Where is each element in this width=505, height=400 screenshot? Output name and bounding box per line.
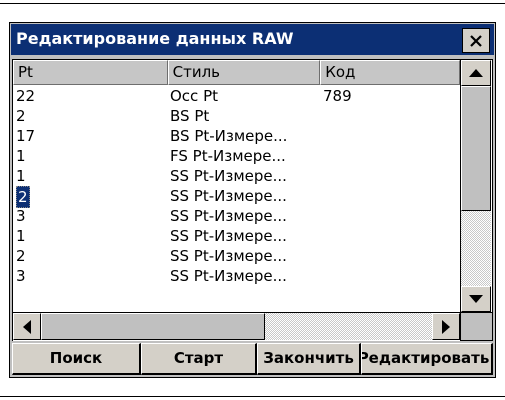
cell-pt: 1 (16, 147, 26, 165)
vertical-scrollbar[interactable] (460, 60, 492, 312)
search-button[interactable]: Поиск (12, 343, 141, 375)
column-header-style[interactable]: Стиль (167, 60, 321, 85)
list-row[interactable]: 3 SS Pt-Измере... (13, 266, 460, 286)
scroll-up-button[interactable] (461, 60, 491, 86)
cell-style: BS Pt-Измере... (170, 127, 288, 145)
cell-pt: 3 (16, 267, 26, 285)
list-row[interactable]: 17 BS Pt-Измере... (13, 126, 460, 146)
vertical-scroll-thumb[interactable] (461, 86, 491, 211)
edit-button[interactable]: Редактировать (361, 343, 493, 375)
cell-code: 789 (323, 87, 352, 105)
cell-pt: 1 (16, 227, 26, 245)
cell-style: SS Pt-Измере... (170, 227, 287, 245)
scroll-down-button[interactable] (461, 286, 491, 312)
list-rows: 22 Occ Pt 789 2 BS Pt 17 BS Pt-Измере... 1 FS… (13, 86, 460, 312)
list-row[interactable]: 1 SS Pt-Измере... (13, 166, 460, 186)
list-row[interactable]: 1 FS Pt-Измере... (13, 146, 460, 166)
cell-style: SS Pt-Измере... (170, 247, 287, 265)
arrow-right-icon (442, 319, 450, 334)
raw-edit-dialog: Редактирование данных RAW Pt Стиль Код 2… (9, 22, 496, 378)
arrow-down-icon (469, 295, 483, 303)
list-row[interactable]: 1 SS Pt-Измере... (13, 226, 460, 246)
list-header: Pt Стиль Код (13, 60, 460, 85)
close-button[interactable] (462, 28, 490, 53)
cell-pt: 22 (16, 87, 36, 105)
start-button[interactable]: Старт (141, 343, 257, 375)
top-rule (0, 3, 505, 4)
raw-data-list[interactable]: Pt Стиль Код 22 Occ Pt 789 2 BS Pt 17 BS Pt-… (12, 59, 493, 341)
list-row-selected[interactable]: 2 SS Pt-Измере... (13, 186, 460, 208)
list-row[interactable]: 22 Occ Pt 789 (13, 86, 460, 106)
arrow-up-icon (469, 69, 483, 77)
horizontal-scrollbar[interactable] (13, 312, 460, 341)
list-row[interactable]: 3 SS Pt-Измере... (13, 206, 460, 226)
button-bar: Поиск Старт Закончить Редактировать (12, 343, 493, 375)
cell-pt: 2 (16, 107, 26, 125)
cell-style: FS Pt-Измере... (170, 147, 286, 165)
column-header-pt[interactable]: Pt (13, 60, 168, 85)
cell-style: Occ Pt (170, 87, 218, 105)
column-header-code[interactable]: Код (320, 60, 460, 85)
list-row[interactable]: 2 BS Pt (13, 106, 460, 126)
cell-style: SS Pt-Измере... (170, 187, 287, 205)
title-bar: Редактирование данных RAW (11, 24, 494, 55)
horizontal-scroll-thumb[interactable] (41, 313, 265, 340)
cell-style: SS Pt-Измере... (170, 267, 287, 285)
cell-style: SS Pt-Измере... (170, 207, 287, 225)
list-row[interactable]: 2 SS Pt-Измере... (13, 246, 460, 266)
bottom-rule (0, 396, 505, 397)
window-title: Редактирование данных RAW (16, 29, 294, 48)
cell-pt: 3 (16, 207, 26, 225)
cell-pt: 17 (16, 127, 36, 145)
finish-button[interactable]: Закончить (257, 343, 361, 375)
cell-style: BS Pt (170, 107, 210, 125)
scroll-right-button[interactable] (432, 313, 460, 340)
scroll-corner (460, 312, 492, 340)
cell-pt: 2 (16, 247, 26, 265)
cell-style: SS Pt-Измере... (170, 167, 287, 185)
cell-pt-selected: 2 (16, 186, 30, 208)
scroll-left-button[interactable] (13, 313, 41, 340)
close-icon (470, 34, 482, 47)
arrow-left-icon (23, 319, 31, 334)
cell-pt: 1 (16, 167, 26, 185)
